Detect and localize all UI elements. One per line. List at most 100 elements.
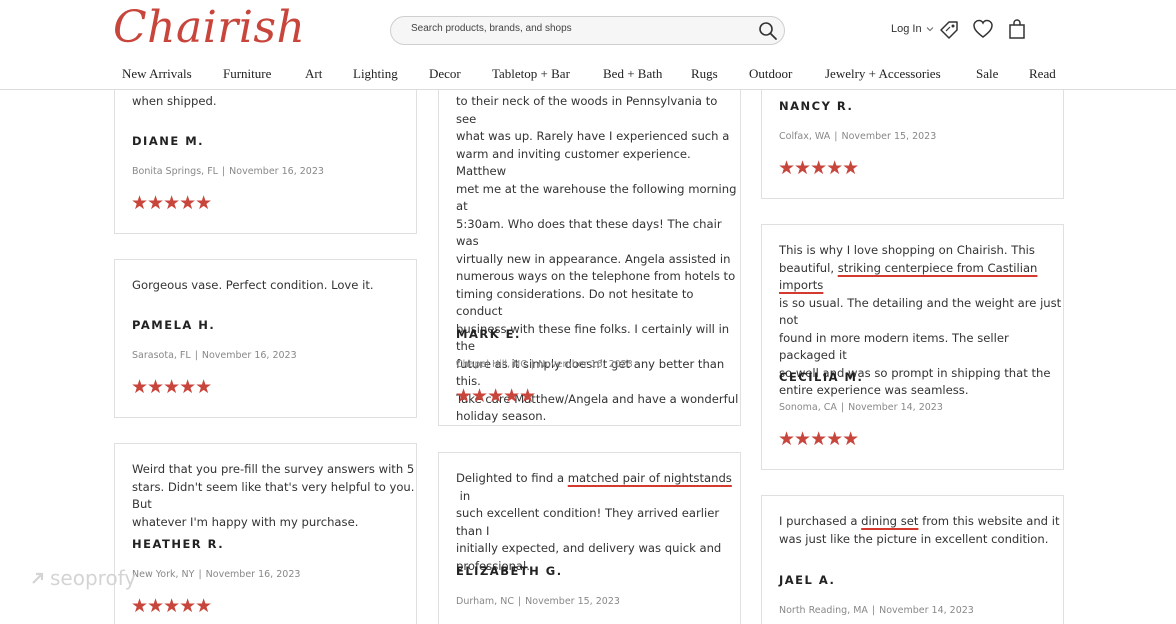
star-rating: ★★★★★ <box>131 595 212 617</box>
review-text-line: stars. Didn't seem like that's very help… <box>132 479 415 512</box>
review-text: Weird that you pre-fill the survey answe… <box>132 461 416 531</box>
review-date: November 16, 2023 <box>538 359 633 370</box>
tag-icon[interactable] <box>938 18 960 40</box>
reviewer-name: ELIZABETH G. <box>456 564 563 578</box>
star-rating: ★★★★★ <box>778 157 859 179</box>
highlighted-phrase: matched pair of nightstands <box>567 471 732 485</box>
nav-decor[interactable]: Decor <box>429 66 461 82</box>
review-location: New York, NY <box>132 569 195 580</box>
review-location: Sonoma, CA <box>779 402 837 413</box>
review-date: November 16, 2023 <box>201 350 297 361</box>
star-rating: ★★★★★ <box>455 385 536 407</box>
review-text-part: Delighted to find a <box>456 471 568 485</box>
review-text: to their neck of the woods in Pennsylvan… <box>456 93 740 426</box>
review-text-line: I purchased a dining set from this websi… <box>779 513 1060 531</box>
review-text-line: initially expected, and delivery was qui… <box>456 541 722 555</box>
nav-art[interactable]: Art <box>305 66 322 82</box>
review-text-line: Delighted to find a matched pair of nigh… <box>456 470 740 505</box>
review-location: Durham, NC <box>456 596 514 607</box>
review-meta: Chapel Hill, NC | November 16, 2023 <box>456 359 633 370</box>
review-location: Bonita Springs, FL <box>132 166 218 177</box>
review-date: November 16, 2023 <box>205 569 301 580</box>
review-text-line: virtually new in appearance. Angela assi… <box>456 251 731 266</box>
meta-separator: | <box>834 131 838 142</box>
nav-read[interactable]: Read <box>1029 66 1056 82</box>
review-text-line: beautiful, striking centerpiece from Cas… <box>779 260 1063 295</box>
search-icon[interactable] <box>758 21 778 41</box>
nav-jewelry-accessories[interactable]: Jewelry + Accessories <box>825 66 941 82</box>
review-text-line: This is why I love shopping on Chairish.… <box>779 243 1035 257</box>
login-link[interactable]: Log In <box>891 23 934 35</box>
review-text-part: from this website and it <box>918 514 1060 528</box>
site-header: Chairish Log In New Arrivals Furniture A… <box>0 0 1176 90</box>
review-text-line: is so usual. The detailing and the weigh… <box>779 295 1062 328</box>
reviewer-name: DIANE M. <box>132 134 205 148</box>
review-text-line: to their neck of the woods in Pennsylvan… <box>456 94 718 126</box>
arrow-icon <box>32 572 44 584</box>
meta-separator: | <box>530 359 535 370</box>
review-text-line: warm and inviting customer experience. M… <box>456 146 691 179</box>
search-input[interactable] <box>411 23 741 34</box>
nav-outdoor[interactable]: Outdoor <box>749 66 792 82</box>
review-text-line: such excellent condition! They arrived e… <box>456 506 720 538</box>
review-meta: Durham, NC | November 15, 2023 <box>456 596 620 607</box>
review-date: November 14, 2023 <box>879 605 974 616</box>
review-text: Delighted to find a matched pair of nigh… <box>456 470 740 575</box>
chevron-down-icon <box>926 27 933 32</box>
star-rating: ★★★★★ <box>131 192 212 214</box>
review-location: North Reading, MA <box>779 605 868 616</box>
meta-separator: | <box>194 350 198 361</box>
reviewer-name: PAMELA H. <box>132 318 216 332</box>
review-text-line: was just like the picture in excellent c… <box>779 531 1049 546</box>
review-card: Delighted to find a matched pair of nigh… <box>438 452 741 624</box>
nav-furniture[interactable]: Furniture <box>223 66 271 82</box>
review-card: Gorgeous vase. Perfect condition. Love i… <box>114 259 417 418</box>
review-date: November 15, 2023 <box>841 131 937 142</box>
reviewer-name: NANCY R. <box>779 99 854 113</box>
review-text: Gorgeous vase. Perfect condition. Love i… <box>132 278 374 292</box>
review-card: This is why I love shopping on Chairish.… <box>761 224 1064 470</box>
nav-bed-bath[interactable]: Bed + Bath <box>603 66 662 82</box>
nav-rugs[interactable]: Rugs <box>691 66 718 82</box>
review-text-part: in <box>456 488 471 503</box>
review-meta: Colfax, WA | November 15, 2023 <box>779 131 936 142</box>
review-text: I purchased a dining set from this websi… <box>779 513 1060 548</box>
review-date: November 14, 2023 <box>848 402 943 413</box>
review-text-line: 5:30am. Who does that these days! The ch… <box>456 216 722 249</box>
review-card: Weird that you pre-fill the survey answe… <box>114 443 417 624</box>
shopping-bag-icon[interactable] <box>1006 18 1028 40</box>
reviewer-name: CECILIA M. <box>779 370 864 384</box>
nav-lighting[interactable]: Lighting <box>353 66 398 82</box>
nav-tabletop-bar[interactable]: Tabletop + Bar <box>492 66 570 82</box>
meta-separator: | <box>517 596 522 607</box>
reviewer-name: HEATHER R. <box>132 537 225 551</box>
review-text-part: I purchased a <box>779 514 862 528</box>
meta-separator: | <box>871 605 876 616</box>
nav-new-arrivals[interactable]: New Arrivals <box>122 66 192 82</box>
chairish-logo[interactable]: Chairish <box>113 2 305 53</box>
review-text-line: found in more modern items. The seller p… <box>779 330 1009 363</box>
review-text-part: beautiful, <box>779 260 838 275</box>
highlighted-phrase: dining set <box>861 514 919 528</box>
review-text-line: holiday season. <box>456 409 547 423</box>
review-text-line: timing considerations. Do not hesitate t… <box>456 286 694 319</box>
review-meta: Sarasota, FL | November 16, 2023 <box>132 350 297 361</box>
watermark-text: seoprofy <box>50 566 137 590</box>
review-card: to their neck of the woods in Pennsylvan… <box>438 60 741 426</box>
review-meta: Sonoma, CA | November 14, 2023 <box>779 402 943 413</box>
login-label: Log In <box>891 23 922 35</box>
review-text-line: numerous ways on the telephone from hote… <box>456 269 736 283</box>
review-meta: Bonita Springs, FL | November 16, 2023 <box>132 166 324 177</box>
review-location: Chapel Hill, NC <box>456 359 527 370</box>
review-text-line: whatever I'm happy with my purchase. <box>132 514 359 529</box>
review-card: I purchased a dining set from this websi… <box>761 495 1064 624</box>
review-text: when shipped. <box>132 94 217 108</box>
heart-icon[interactable] <box>972 18 994 40</box>
main-nav: New Arrivals Furniture Art Lighting Deco… <box>0 66 1176 84</box>
review-meta: New York, NY | November 16, 2023 <box>132 569 300 580</box>
nav-sale[interactable]: Sale <box>976 66 998 82</box>
review-text-line: what was up. Rarely have I experienced s… <box>456 129 730 143</box>
search-bar[interactable] <box>390 16 785 45</box>
meta-separator: | <box>198 569 202 580</box>
review-location: Sarasota, FL <box>132 350 191 361</box>
